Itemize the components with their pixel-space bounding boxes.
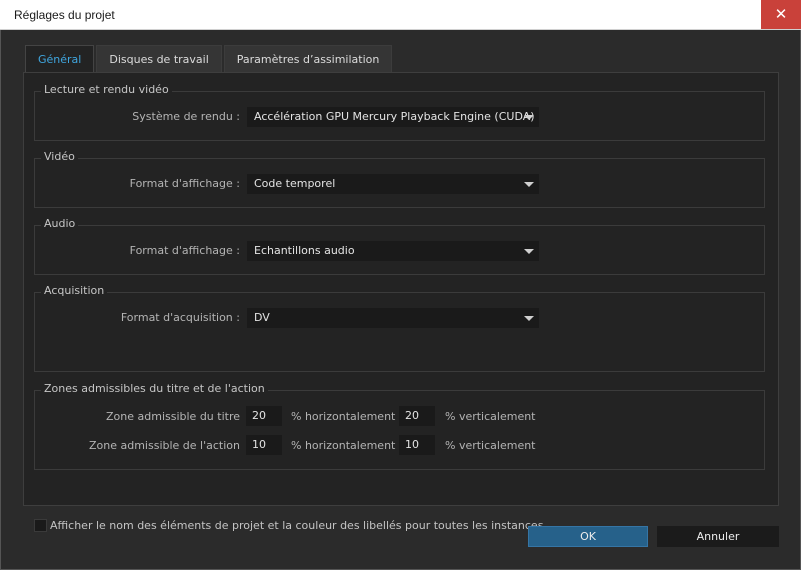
group-audio-title: Audio	[41, 217, 79, 230]
chevron-down-icon	[524, 182, 534, 187]
tab-scratch-disks[interactable]: Disques de travail	[96, 45, 222, 73]
action-safe-label: Zone admissible de l'action	[88, 439, 240, 452]
tab-ingest-settings[interactable]: Paramètres d’assimilation	[223, 45, 393, 73]
tab-general[interactable]: Général	[25, 45, 95, 73]
chevron-down-icon	[524, 115, 534, 120]
group-playback-title: Lecture et rendu vidéo	[41, 83, 172, 96]
group-capture-title: Acquisition	[41, 284, 108, 297]
group-playback: Lecture et rendu vidéo Système de rendu …	[34, 83, 765, 141]
capture-format-value: DV	[254, 311, 270, 324]
group-safe-margins: Zones admissibles du titre et de l'actio…	[34, 382, 765, 470]
ok-button[interactable]: OK	[528, 526, 648, 547]
group-safe-title: Zones admissibles du titre et de l'actio…	[41, 382, 268, 395]
action-safe-vertical-unit: % verticalement	[445, 439, 536, 452]
renderer-value: Accélération GPU Mercury Playback Engine…	[254, 110, 535, 123]
video-format-label: Format d'affichage :	[129, 177, 240, 190]
title-safe-vertical-input[interactable]: 20	[399, 406, 435, 426]
audio-format-value: Echantillons audio	[254, 244, 355, 257]
action-safe-horizontal-unit: % horizontalement	[291, 439, 396, 452]
video-format-value: Code temporel	[254, 177, 336, 190]
close-button[interactable]: ✕	[761, 0, 801, 29]
tab-bar: Général Disques de travail Paramètres d’…	[25, 45, 394, 73]
title-safe-horizontal-unit: % horizontalement	[291, 410, 396, 423]
audio-format-label: Format d'affichage :	[129, 244, 240, 257]
chevron-down-icon	[524, 316, 534, 321]
action-safe-horizontal-input[interactable]: 10	[246, 435, 282, 455]
window-title: Réglages du projet	[14, 8, 115, 22]
group-audio: Audio Format d'affichage : Echantillons …	[34, 217, 765, 275]
title-safe-horizontal-input[interactable]: 20	[246, 406, 282, 426]
action-safe-vertical-input[interactable]: 10	[399, 435, 435, 455]
dialog-body: Général Disques de travail Paramètres d’…	[0, 30, 801, 570]
cancel-button[interactable]: Annuler	[657, 526, 779, 547]
title-safe-vertical-unit: % verticalement	[445, 410, 536, 423]
title-bar: Réglages du projet ✕	[0, 0, 801, 30]
group-video-title: Vidéo	[41, 150, 78, 163]
capture-format-label: Format d'acquisition :	[120, 311, 240, 324]
renderer-dropdown[interactable]: Accélération GPU Mercury Playback Engine…	[247, 107, 539, 127]
group-video: Vidéo Format d'affichage : Code temporel	[34, 150, 765, 208]
group-capture: Acquisition Format d'acquisition : DV	[34, 284, 765, 372]
chevron-down-icon	[524, 249, 534, 254]
renderer-label: Système de rendu :	[132, 110, 240, 123]
video-format-dropdown[interactable]: Code temporel	[247, 174, 539, 194]
show-labels-label: Afficher le nom des éléments de projet e…	[50, 519, 544, 532]
title-safe-label: Zone admissible du titre	[106, 410, 240, 423]
show-labels-checkbox[interactable]	[34, 519, 47, 532]
close-icon: ✕	[774, 5, 788, 23]
capture-format-dropdown[interactable]: DV	[247, 308, 539, 328]
audio-format-dropdown[interactable]: Echantillons audio	[247, 241, 539, 261]
general-panel: Lecture et rendu vidéo Système de rendu …	[23, 72, 779, 532]
